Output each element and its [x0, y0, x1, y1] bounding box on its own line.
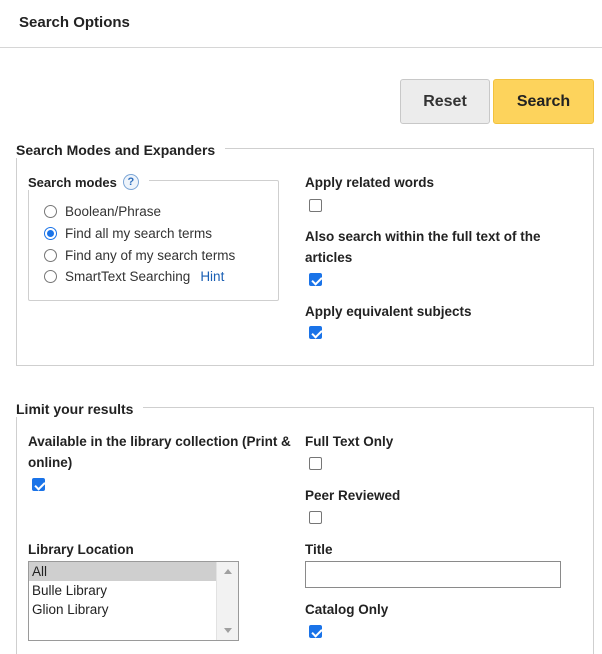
- scroll-down-icon[interactable]: [224, 628, 232, 633]
- full-text-search-checkbox[interactable]: [309, 273, 322, 286]
- radio-label: Find all my search terms: [65, 226, 213, 241]
- available-in-library-label-2: online): [28, 455, 73, 470]
- radio-circle[interactable]: [44, 270, 57, 283]
- limit-results-legend: Limit your results: [16, 401, 144, 417]
- radio-label: Boolean/Phrase: [65, 204, 162, 219]
- radio-label: SmartText Searching: [65, 269, 191, 284]
- available-in-library-label-1: Available in the library collection (Pri…: [28, 434, 291, 449]
- radio-smarttext[interactable]: SmartText Searching Hint: [44, 269, 224, 284]
- title-field-label: Title: [305, 542, 333, 557]
- hint-link[interactable]: Hint: [200, 269, 224, 284]
- full-text-only-label: Full Text Only: [305, 434, 394, 449]
- radio-label: Find any of my search terms: [65, 248, 236, 263]
- full-text-only-checkbox[interactable]: [309, 457, 322, 470]
- search-button[interactable]: Search: [493, 79, 594, 124]
- scroll-up-icon[interactable]: [224, 569, 232, 574]
- list-item[interactable]: All: [29, 562, 216, 581]
- radio-circle[interactable]: [44, 227, 57, 240]
- available-in-library-checkbox[interactable]: [32, 478, 45, 491]
- apply-related-words-label: Apply related words: [305, 175, 435, 190]
- apply-equivalent-subjects-checkbox[interactable]: [309, 326, 322, 339]
- listbox-scrollbar[interactable]: [216, 562, 238, 640]
- library-location-label: Library Location: [28, 542, 134, 557]
- reset-button[interactable]: Reset: [400, 79, 490, 124]
- title-divider: [0, 47, 602, 48]
- page-title: Search Options: [19, 14, 130, 31]
- list-item[interactable]: Bulle Library: [29, 581, 216, 600]
- title-field[interactable]: [305, 561, 561, 588]
- radio-find-any[interactable]: Find any of my search terms: [44, 248, 235, 263]
- radio-circle[interactable]: [44, 205, 57, 218]
- peer-reviewed-label: Peer Reviewed: [305, 488, 401, 503]
- search-modes-inner-legend: Search modes ?: [28, 174, 149, 190]
- search-modes-label: Search modes: [28, 174, 117, 190]
- full-text-search-label-2: articles: [305, 250, 353, 265]
- apply-equivalent-subjects-label: Apply equivalent subjects: [305, 304, 472, 319]
- full-text-search-label-1: Also search within the full text of the: [305, 229, 541, 244]
- catalog-only-label: Catalog Only: [305, 602, 389, 617]
- radio-boolean-phrase[interactable]: Boolean/Phrase: [44, 204, 161, 219]
- radio-find-all[interactable]: Find all my search terms: [44, 226, 212, 241]
- apply-related-words-checkbox[interactable]: [309, 199, 322, 212]
- peer-reviewed-checkbox[interactable]: [309, 511, 322, 524]
- list-item[interactable]: Glion Library: [29, 600, 216, 619]
- library-location-listbox[interactable]: All Bulle Library Glion Library: [28, 561, 239, 641]
- help-icon[interactable]: ?: [122, 174, 139, 190]
- search-modes-legend: Search Modes and Expanders: [16, 142, 226, 158]
- catalog-only-checkbox[interactable]: [309, 625, 322, 638]
- radio-circle[interactable]: [44, 249, 57, 262]
